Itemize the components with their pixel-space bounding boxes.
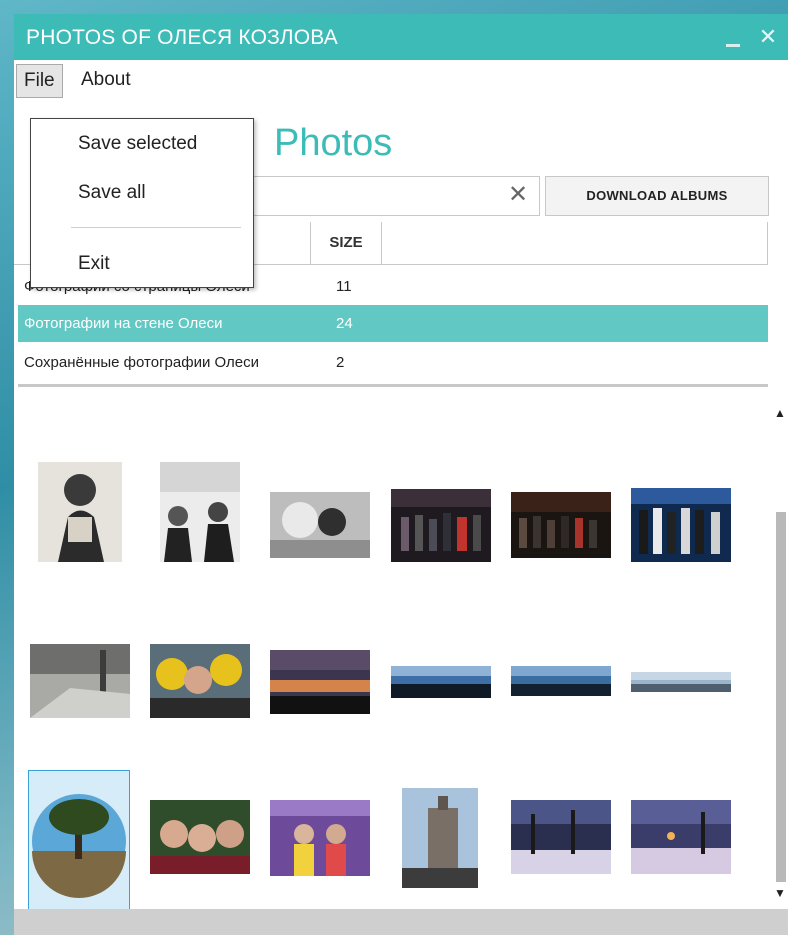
page-title-text: Photos xyxy=(274,122,393,164)
photo-thumbnail[interactable] xyxy=(160,462,240,562)
title-bar[interactable]: PHOTOS OF ОЛЕСЯ КОЗЛОВА ✕ xyxy=(14,14,788,60)
album-size: 11 xyxy=(336,278,352,295)
status-bar xyxy=(14,909,788,935)
photo-thumbnail[interactable] xyxy=(150,644,250,718)
photo-thumbnail[interactable] xyxy=(511,800,611,874)
photo-thumbnail[interactable] xyxy=(270,800,370,876)
menu-about[interactable]: About xyxy=(74,64,138,96)
photo-thumbnail[interactable] xyxy=(511,666,611,696)
photo-thumbnail[interactable] xyxy=(150,800,250,874)
album-row-selected[interactable]: Фотографии на стене Олеси 24 xyxy=(18,305,768,342)
album-name: Сохранённые фотографии Олеси xyxy=(24,354,259,371)
menu-item-save-all[interactable]: Save all xyxy=(78,182,146,204)
menu-file[interactable]: File xyxy=(16,64,63,98)
photo-grid xyxy=(14,404,788,910)
table-header-edge xyxy=(767,222,768,264)
menu-separator xyxy=(71,227,241,228)
photo-thumbnail[interactable] xyxy=(391,666,491,698)
photo-thumbnail[interactable] xyxy=(270,492,370,558)
scroll-down-icon[interactable]: ▼ xyxy=(774,886,786,900)
window-title: PHOTOS OF ОЛЕСЯ КОЗЛОВА xyxy=(26,26,338,49)
close-icon[interactable]: ✕ xyxy=(753,20,783,54)
photo-thumbnail[interactable] xyxy=(391,489,491,562)
clear-search-icon[interactable]: ✕ xyxy=(504,180,532,210)
file-menu-dropdown: Save selected Save all Exit xyxy=(30,118,254,288)
photo-thumbnail[interactable] xyxy=(631,672,731,692)
photo-thumbnail-selected[interactable] xyxy=(28,770,130,910)
minimize-icon[interactable] xyxy=(718,20,748,54)
album-name: Фотографии на стене Олеси xyxy=(24,315,223,332)
photo-thumbnail[interactable] xyxy=(402,788,478,888)
table-divider xyxy=(18,384,768,387)
photo-thumbnail[interactable] xyxy=(30,644,130,718)
menu-item-exit[interactable]: Exit xyxy=(78,253,110,275)
photo-thumbnail[interactable] xyxy=(631,488,731,562)
scroll-thumb[interactable] xyxy=(776,512,786,882)
search-input[interactable] xyxy=(236,176,540,216)
album-size: 2 xyxy=(336,354,345,371)
column-header-size[interactable]: SIZE xyxy=(310,222,382,264)
photo-thumbnail[interactable] xyxy=(511,492,611,558)
photo-thumbnail[interactable] xyxy=(270,650,370,714)
vertical-scrollbar[interactable]: ▲ ▼ xyxy=(772,404,788,904)
download-albums-button[interactable]: DOWNLOAD ALBUMS xyxy=(545,176,769,216)
page-title: o Photos xyxy=(214,122,393,165)
photo-thumbnail[interactable] xyxy=(38,462,122,562)
menu-item-save-selected[interactable]: Save selected xyxy=(78,133,197,155)
scroll-up-icon[interactable]: ▲ xyxy=(774,406,786,420)
photo-thumbnail[interactable] xyxy=(631,800,731,874)
album-row[interactable]: Сохранённые фотографии Олеси 2 xyxy=(18,344,768,381)
menu-bar: File About xyxy=(14,60,788,100)
app-window: PHOTOS OF ОЛЕСЯ КОЗЛОВА ✕ File About o P… xyxy=(14,14,788,935)
album-size: 24 xyxy=(336,315,353,332)
